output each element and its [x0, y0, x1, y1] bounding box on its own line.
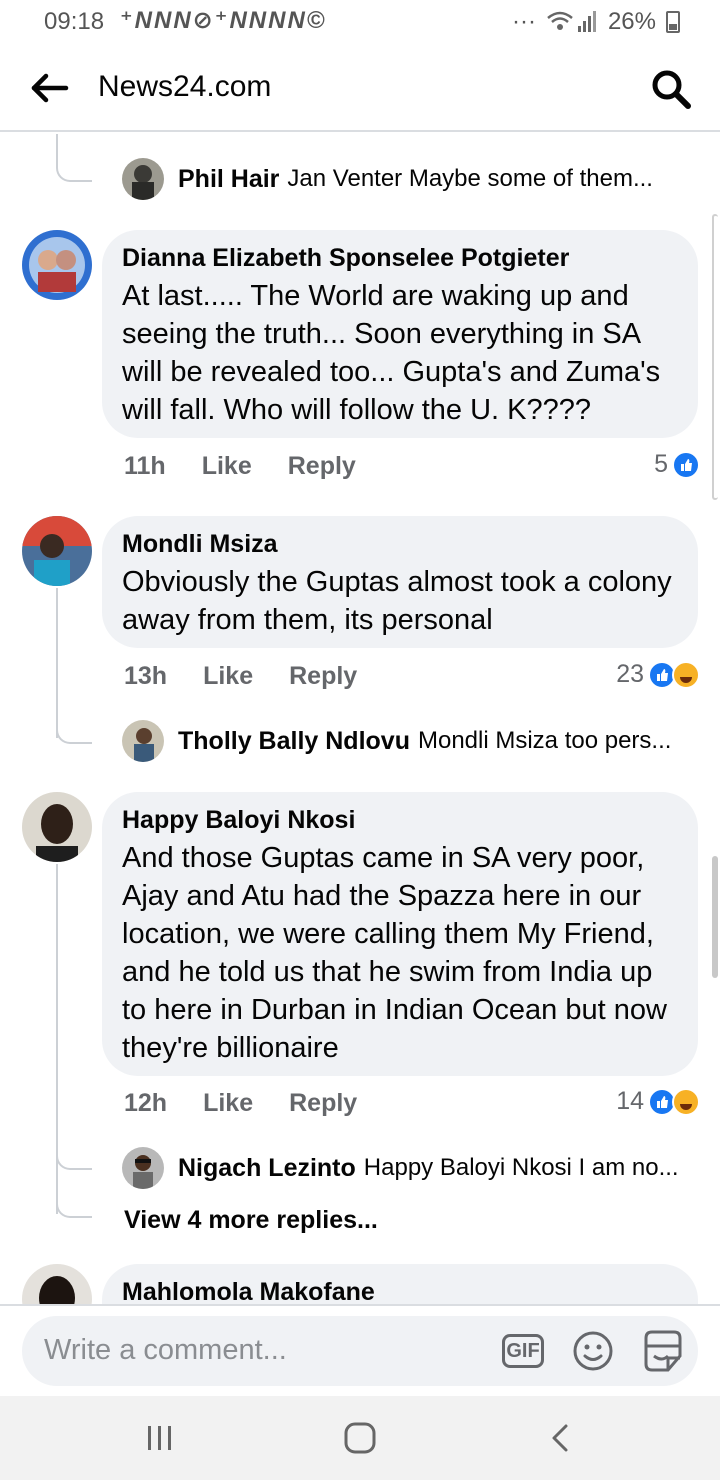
- comment-author[interactable]: Mondli Msiza: [122, 530, 678, 559]
- reply-author[interactable]: Nigach Lezinto: [178, 1154, 356, 1183]
- comment-text: Obviously the Guptas almost took a colon…: [122, 566, 672, 636]
- comment-text: And those Guptas came in SA very poor, A…: [122, 842, 667, 1064]
- battery-percent: 26%: [607, 8, 656, 35]
- scrollbar-thumb[interactable]: [712, 856, 718, 978]
- view-more-replies-link[interactable]: View 4 more replies...: [124, 1206, 378, 1235]
- comment-composer-bar: Write a comment... GIF: [0, 1304, 720, 1396]
- reaction-count: 5: [654, 450, 668, 478]
- emoji-icon[interactable]: [572, 1330, 614, 1372]
- avatar[interactable]: [22, 516, 92, 586]
- comment-author[interactable]: Dianna Elizabeth Sponselee Potgieter: [122, 244, 678, 273]
- status-time: 09:18: [44, 8, 105, 35]
- comments-feed[interactable]: Phil Hair Jan Venter Maybe some of them.…: [0, 134, 720, 1304]
- back-arrow-icon[interactable]: [30, 70, 70, 106]
- comment-bubble[interactable]: Mahlomola Makofane: [102, 1264, 698, 1304]
- reply-author[interactable]: Phil Hair: [178, 165, 279, 194]
- like-button[interactable]: Like: [203, 1089, 253, 1118]
- app-bar: News24.com: [0, 44, 720, 132]
- thread-connector: [56, 134, 92, 182]
- comment-time[interactable]: 11h: [124, 452, 166, 481]
- comment-text: At last..... The World are waking up and…: [122, 280, 661, 426]
- status-right: ··· 26%: [512, 8, 680, 36]
- reply-preview[interactable]: Nigach Lezinto Happy Baloyi Nkosi I am n…: [122, 1147, 692, 1189]
- thread-connector: [56, 1174, 92, 1218]
- avatar[interactable]: [122, 1147, 164, 1189]
- comment-time[interactable]: 13h: [124, 662, 167, 691]
- comment-input[interactable]: Write a comment... GIF: [22, 1316, 698, 1386]
- reply-text: Happy Baloyi Nkosi I am no...: [363, 1154, 679, 1181]
- like-button[interactable]: Like: [202, 452, 252, 481]
- like-reaction-icon: [672, 450, 700, 479]
- like-button[interactable]: Like: [203, 662, 253, 691]
- comment-actions: 12h Like Reply: [124, 1089, 357, 1118]
- comment-bubble[interactable]: Mondli Msiza Obviously the Guptas almost…: [102, 516, 698, 648]
- reply-preview[interactable]: Tholly Bally Ndlovu Mondli Msiza too per…: [122, 720, 692, 762]
- comment-placeholder[interactable]: Write a comment...: [44, 1334, 287, 1367]
- reply-button[interactable]: Reply: [288, 452, 356, 481]
- reaction-count: 14: [616, 1087, 644, 1115]
- thread-connector: [56, 1120, 92, 1170]
- avatar[interactable]: [122, 720, 164, 762]
- comment-bubble[interactable]: Happy Baloyi Nkosi And those Guptas came…: [102, 792, 698, 1076]
- scrollbar-thumb[interactable]: [712, 214, 718, 500]
- gif-button[interactable]: GIF: [502, 1334, 544, 1368]
- system-navigation-bar: [0, 1396, 720, 1480]
- recent-apps-icon[interactable]: [140, 1420, 180, 1456]
- avatar[interactable]: [22, 1264, 92, 1304]
- reply-preview[interactable]: Phil Hair Jan Venter Maybe some of them.…: [122, 158, 692, 200]
- reaction-summary[interactable]: 5: [654, 450, 700, 479]
- notification-icons: ⁺NNN⊘⁺NNNN©: [120, 7, 327, 34]
- comment-author[interactable]: Happy Baloyi Nkosi: [122, 806, 678, 835]
- reply-button[interactable]: Reply: [289, 662, 357, 691]
- reply-button[interactable]: Reply: [289, 1089, 357, 1118]
- page-title: News24.com: [98, 70, 272, 103]
- comment-time[interactable]: 12h: [124, 1089, 167, 1118]
- haha-reaction-icon: [672, 660, 700, 689]
- status-bar: 09:18 ⁺NNN⊘⁺NNNN© ··· 26%: [0, 0, 720, 44]
- avatar[interactable]: [22, 230, 92, 300]
- avatar[interactable]: [22, 792, 92, 862]
- reply-text: Jan Venter Maybe some of them...: [287, 165, 653, 192]
- wifi-signal-icon: [547, 11, 596, 32]
- comment-actions: 13h Like Reply: [124, 662, 357, 691]
- thread-connector: [56, 694, 92, 744]
- battery-icon: [666, 11, 680, 33]
- reaction-summary[interactable]: 23: [616, 660, 700, 689]
- reply-text: Mondli Msiza too pers...: [417, 727, 672, 754]
- comment-author[interactable]: Mahlomola Makofane: [122, 1278, 678, 1304]
- comment-bubble[interactable]: Dianna Elizabeth Sponselee Potgieter At …: [102, 230, 698, 438]
- comment-actions: 11h Like Reply: [124, 452, 356, 481]
- avatar[interactable]: [122, 158, 164, 200]
- home-icon[interactable]: [340, 1420, 380, 1456]
- search-icon[interactable]: [650, 68, 692, 110]
- reaction-count: 23: [616, 660, 644, 688]
- back-nav-icon[interactable]: [542, 1420, 582, 1456]
- more-notifications-icon: ···: [511, 8, 536, 35]
- sticker-icon[interactable]: [640, 1328, 686, 1374]
- haha-reaction-icon: [672, 1087, 700, 1116]
- reaction-summary[interactable]: 14: [616, 1087, 700, 1116]
- reply-author[interactable]: Tholly Bally Ndlovu: [178, 727, 410, 756]
